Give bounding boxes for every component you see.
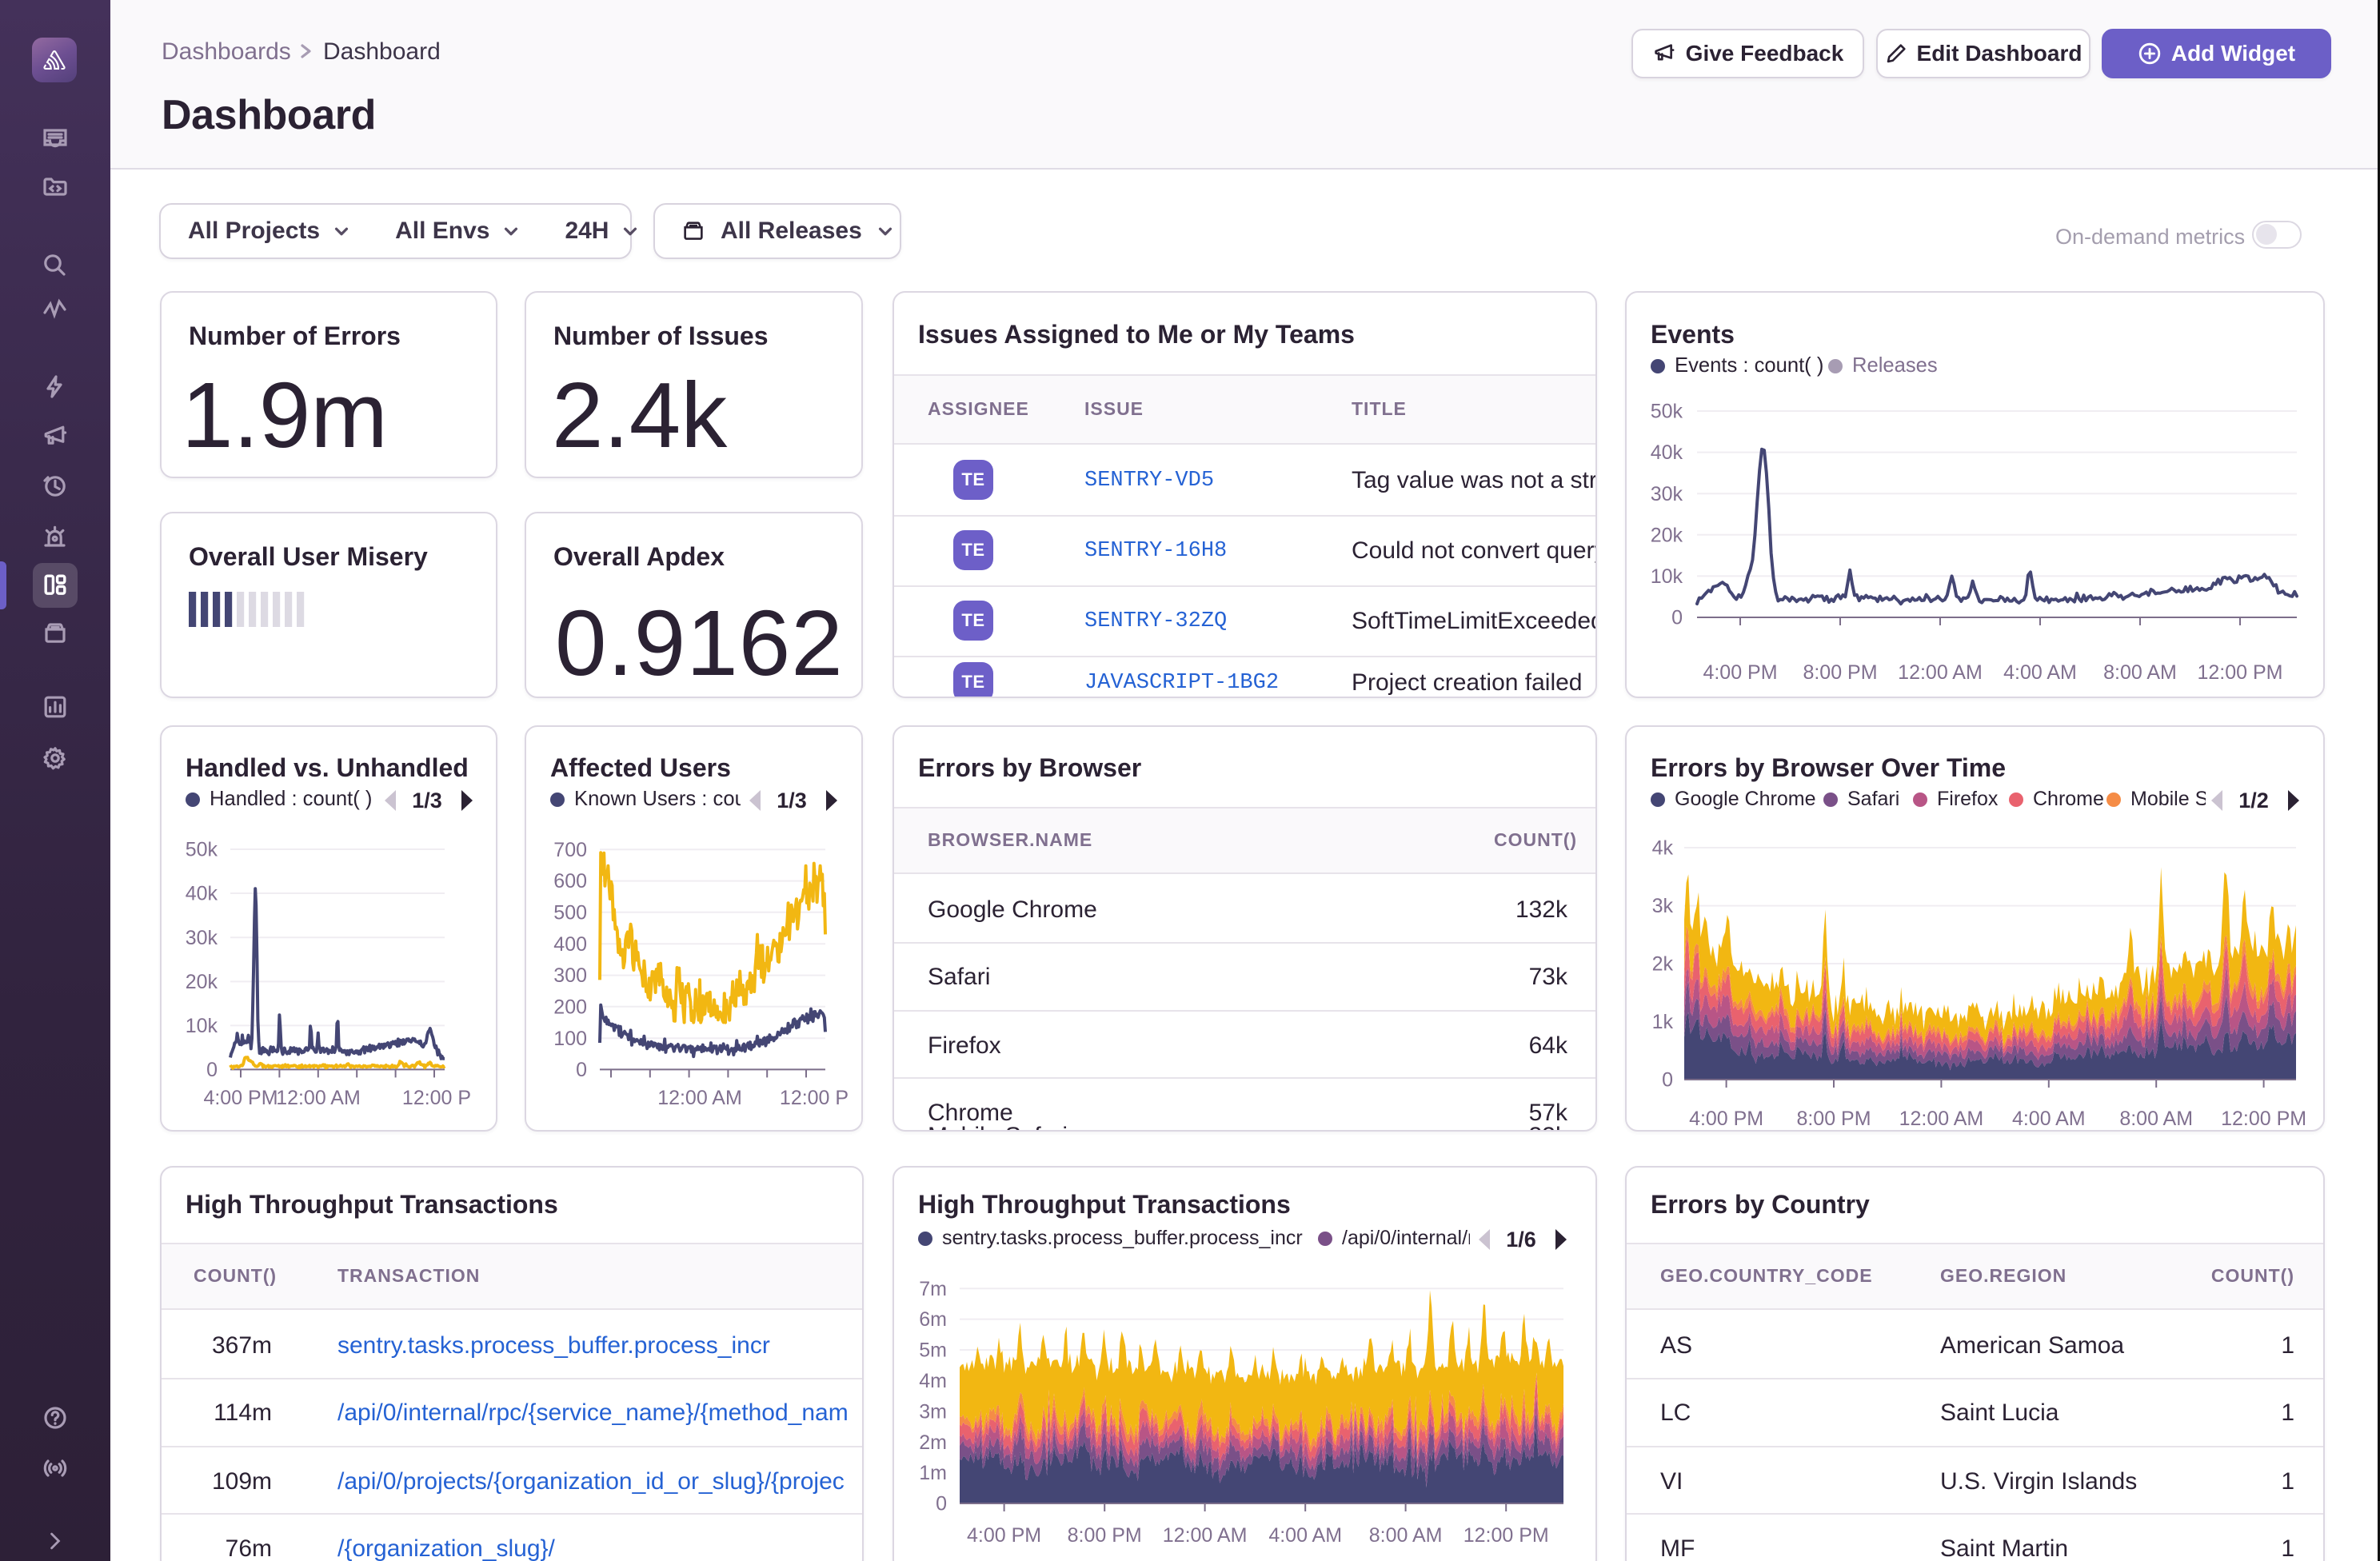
svg-text:1m: 1m — [919, 1462, 947, 1484]
svg-text:4k: 4k — [1652, 837, 1674, 860]
svg-text:4:00 PM: 4:00 PM — [967, 1524, 1041, 1547]
svg-text:12:00 AM: 12:00 AM — [1163, 1524, 1248, 1547]
svg-text:500: 500 — [553, 901, 587, 924]
svg-text:6m: 6m — [919, 1308, 947, 1331]
svg-text:12:00 AM: 12:00 AM — [1898, 661, 1983, 684]
svg-text:40k: 40k — [186, 883, 218, 905]
svg-text:8:00 PM: 8:00 PM — [1796, 1108, 1871, 1130]
svg-text:600: 600 — [553, 870, 587, 892]
svg-text:12:00 P: 12:00 P — [402, 1087, 471, 1109]
svg-text:10k: 10k — [1651, 565, 1683, 588]
svg-text:3k: 3k — [1652, 895, 1674, 917]
svg-text:700: 700 — [553, 839, 587, 861]
svg-text:10k: 10k — [186, 1015, 218, 1037]
svg-text:12:00 PM: 12:00 PM — [2221, 1108, 2306, 1130]
svg-text:7m: 7m — [919, 1278, 947, 1300]
svg-text:40k: 40k — [1651, 441, 1683, 464]
svg-text:300: 300 — [553, 964, 587, 987]
svg-text:8:00 PM: 8:00 PM — [1803, 661, 1877, 684]
svg-text:4:00 AM: 4:00 AM — [1268, 1524, 1342, 1547]
svg-text:8:00 AM: 8:00 AM — [2119, 1108, 2193, 1130]
svg-text:0: 0 — [206, 1059, 218, 1081]
svg-text:3m: 3m — [919, 1400, 947, 1423]
svg-text:12:00 AM: 12:00 AM — [276, 1087, 361, 1109]
svg-text:30k: 30k — [1651, 483, 1683, 505]
svg-text:20k: 20k — [1651, 524, 1683, 546]
svg-text:4m: 4m — [919, 1370, 947, 1392]
svg-text:12:00 PM: 12:00 PM — [1464, 1524, 1549, 1547]
svg-text:12:00 P: 12:00 P — [780, 1087, 849, 1109]
svg-text:200: 200 — [553, 996, 587, 1018]
svg-text:8:00 PM: 8:00 PM — [1068, 1524, 1142, 1547]
svg-text:12:00 AM: 12:00 AM — [1899, 1108, 1984, 1130]
svg-text:400: 400 — [553, 933, 587, 956]
svg-text:50k: 50k — [1651, 401, 1683, 423]
svg-text:4:00 PM: 4:00 PM — [1703, 661, 1777, 684]
svg-text:8:00 AM: 8:00 AM — [2103, 661, 2177, 684]
svg-text:100: 100 — [553, 1028, 587, 1050]
svg-text:0: 0 — [936, 1493, 947, 1515]
svg-text:4:00 PM: 4:00 PM — [203, 1087, 278, 1109]
svg-text:5m: 5m — [919, 1339, 947, 1362]
svg-text:20k: 20k — [186, 971, 218, 993]
svg-text:50k: 50k — [186, 839, 218, 861]
svg-text:0: 0 — [576, 1059, 587, 1081]
svg-text:2k: 2k — [1652, 953, 1674, 976]
svg-text:12:00 PM: 12:00 PM — [2197, 661, 2282, 684]
svg-text:0: 0 — [1662, 1069, 1673, 1092]
svg-text:4:00 PM: 4:00 PM — [1689, 1108, 1763, 1130]
svg-text:12:00 AM: 12:00 AM — [657, 1087, 742, 1109]
svg-text:4:00 AM: 4:00 AM — [2003, 661, 2077, 684]
svg-text:4:00 AM: 4:00 AM — [2012, 1108, 2086, 1130]
svg-text:8:00 AM: 8:00 AM — [1369, 1524, 1443, 1547]
svg-text:30k: 30k — [186, 927, 218, 949]
svg-text:1k: 1k — [1652, 1011, 1674, 1033]
svg-text:0: 0 — [1671, 607, 1683, 629]
svg-text:2m: 2m — [919, 1431, 947, 1454]
